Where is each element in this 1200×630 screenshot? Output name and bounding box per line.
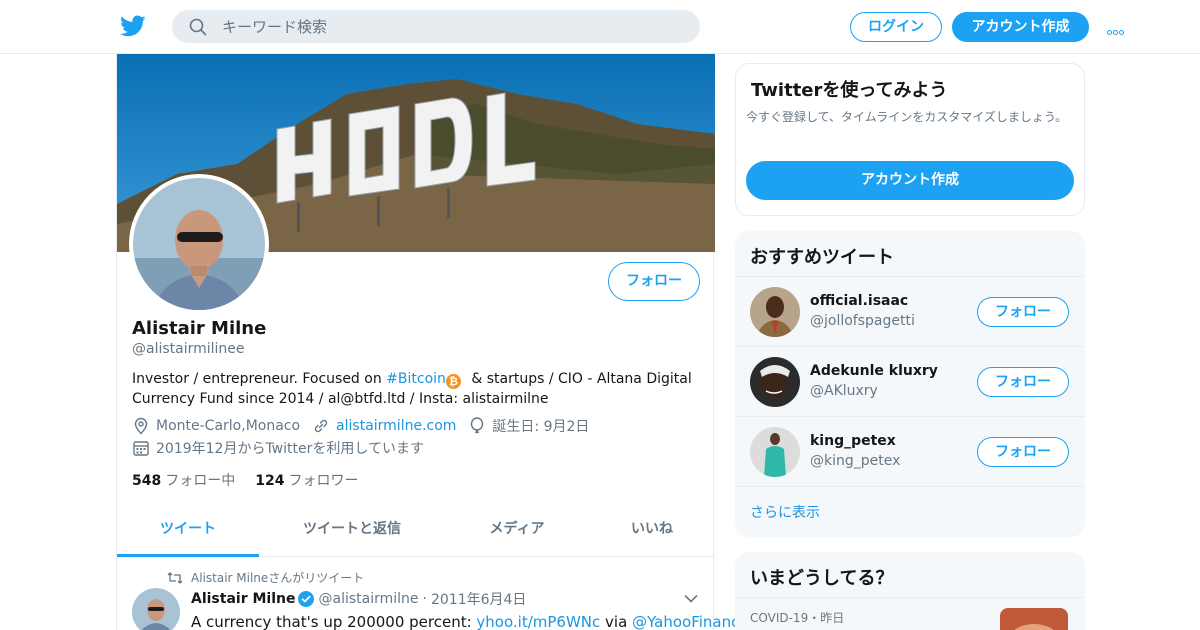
- calendar-icon: [133, 441, 149, 456]
- login-button[interactable]: ログイン: [850, 12, 942, 42]
- profile-birthday: 誕生日: 9月2日: [492, 419, 590, 435]
- chevron-down-icon[interactable]: [684, 594, 698, 604]
- tweet-text: A currency that's up 200000 percent: yho…: [191, 613, 749, 630]
- profile-bio: Investor / entrepreneur. Focused on #Bit…: [132, 369, 692, 409]
- profile-avatar[interactable]: [133, 178, 265, 310]
- suggested-user-handle: @king_petex: [810, 453, 901, 469]
- tweet-text-start: A currency that's up 200000 percent:: [191, 613, 477, 630]
- profile-meta-row: Monte-Carlo,Monaco alistairmilne.com 誕生日…: [132, 416, 589, 436]
- trend-thumbnail[interactable]: [1000, 608, 1068, 630]
- who-to-follow-card: おすすめツイート official.isaac @jollofspagetti …: [735, 231, 1085, 537]
- suggested-user-follow-button[interactable]: フォロー: [977, 367, 1069, 397]
- tab-media[interactable]: メディア: [457, 506, 577, 557]
- profile-follow-counts: 548 フォロー中 124 フォロワー: [132, 470, 358, 490]
- search-input[interactable]: [222, 10, 682, 43]
- profile-website-link[interactable]: alistairmilne.com: [336, 418, 456, 434]
- profile-location: Monte-Carlo,Monaco: [156, 418, 301, 434]
- location-icon: [134, 417, 148, 435]
- tweet-mention-link[interactable]: @YahooFinance: [632, 613, 749, 630]
- retweet-label: Alistair Milneさんがリツイート: [191, 571, 365, 585]
- profile-joined-row: 2019年12月からTwitterを利用しています: [132, 438, 424, 458]
- tweet-item[interactable]: Alistair Milneさんがリツイート Alistair Milne @a…: [117, 557, 749, 630]
- balloon-icon: [471, 417, 484, 434]
- retweet-context: Alistair Milneさんがリツイート: [167, 569, 364, 586]
- tab-tweets-and-replies[interactable]: ツイートと返信: [277, 506, 427, 557]
- suggested-user[interactable]: king_petex @king_petex フォロー: [735, 416, 1085, 486]
- tab-likes[interactable]: いいね: [597, 506, 707, 557]
- twitter-logo-icon[interactable]: [120, 13, 146, 39]
- tweet-url-link[interactable]: yhoo.it/mP6WNc: [476, 613, 600, 630]
- profile-joined-date: 2019年12月からTwitterを利用しています: [156, 441, 424, 457]
- followers-stat[interactable]: 124 フォロワー: [255, 473, 358, 489]
- search-bar[interactable]: [172, 10, 700, 43]
- suggested-user-follow-button[interactable]: フォロー: [977, 297, 1069, 327]
- signup-card-description: 今すぐ登録して、タイムラインをカスタマイズしましょう。: [746, 110, 1068, 124]
- profile-column: フォロー Alistair Milne @alistairmilinee Inv…: [116, 54, 749, 630]
- suggested-user-name[interactable]: official.isaac: [810, 293, 908, 309]
- more-options-icon[interactable]: [1107, 20, 1131, 35]
- suggested-user[interactable]: Adekunle kluxry @AKluxry フォロー: [735, 346, 1085, 416]
- show-more-link[interactable]: さらに表示: [750, 502, 820, 522]
- suggested-user-handle: @jollofspagetti: [810, 313, 915, 329]
- tab-tweets[interactable]: ツイート: [117, 506, 259, 557]
- retweet-icon: [167, 571, 183, 584]
- tweet-author-name[interactable]: Alistair Milne: [191, 591, 295, 607]
- bio-text-start: Investor / entrepreneur. Focused on: [132, 371, 387, 387]
- tweet-text-via: via: [600, 613, 633, 630]
- signup-card-button[interactable]: アカウント作成: [746, 161, 1074, 200]
- profile-avatar-frame: [129, 174, 269, 314]
- trends-card: いまどうしてる？ COVID-19・昨日: [735, 552, 1085, 630]
- bitcoin-icon: ₿: [445, 374, 461, 389]
- bio-hashtag-link[interactable]: #Bitcoin: [386, 371, 446, 387]
- tweet-author-handle[interactable]: @alistairmilne: [318, 591, 418, 607]
- suggested-user-avatar[interactable]: [750, 357, 800, 407]
- suggested-user[interactable]: official.isaac @jollofspagetti フォロー: [735, 276, 1085, 346]
- who-to-follow-title: おすすめツイート: [750, 247, 894, 268]
- tweet-header: Alistair Milne @alistairmilne · 2011年6月4…: [191, 589, 527, 609]
- suggested-user-name[interactable]: king_petex: [810, 433, 896, 449]
- profile-handle: @alistairmilinee: [132, 341, 245, 357]
- suggested-user-follow-button[interactable]: フォロー: [977, 437, 1069, 467]
- suggested-user-avatar[interactable]: [750, 287, 800, 337]
- suggested-user-avatar[interactable]: [750, 427, 800, 477]
- signup-card: Twitterを使ってみよう 今すぐ登録して、タイムラインをカスタマイズしましょ…: [735, 63, 1085, 216]
- link-icon: [314, 419, 328, 433]
- verified-badge-icon: [298, 591, 315, 607]
- signup-card-title: Twitterを使ってみよう: [751, 80, 948, 101]
- suggested-user-handle: @AKluxry: [810, 383, 878, 399]
- trend-category[interactable]: COVID-19・昨日: [750, 609, 844, 626]
- top-bar: ログイン アカウント作成: [0, 0, 1200, 54]
- search-icon: [189, 18, 207, 36]
- profile-name: Alistair Milne: [132, 318, 267, 339]
- following-stat[interactable]: 548 フォロー中: [132, 473, 235, 489]
- following-count: 548: [132, 473, 162, 489]
- trends-title: いまどうしてる？: [750, 568, 894, 589]
- following-label: フォロー中: [165, 473, 236, 489]
- profile-tabs: ツイート ツイートと返信 メディア いいね: [117, 506, 715, 557]
- followers-count: 124: [255, 473, 285, 489]
- tweet-date[interactable]: 2011年6月4日: [431, 589, 526, 609]
- suggested-user-name[interactable]: Adekunle kluxry: [810, 363, 938, 379]
- tweet-avatar[interactable]: [132, 588, 180, 630]
- signup-button[interactable]: アカウント作成: [952, 12, 1089, 42]
- followers-label: フォロワー: [288, 473, 359, 489]
- profile-follow-button[interactable]: フォロー: [608, 262, 700, 301]
